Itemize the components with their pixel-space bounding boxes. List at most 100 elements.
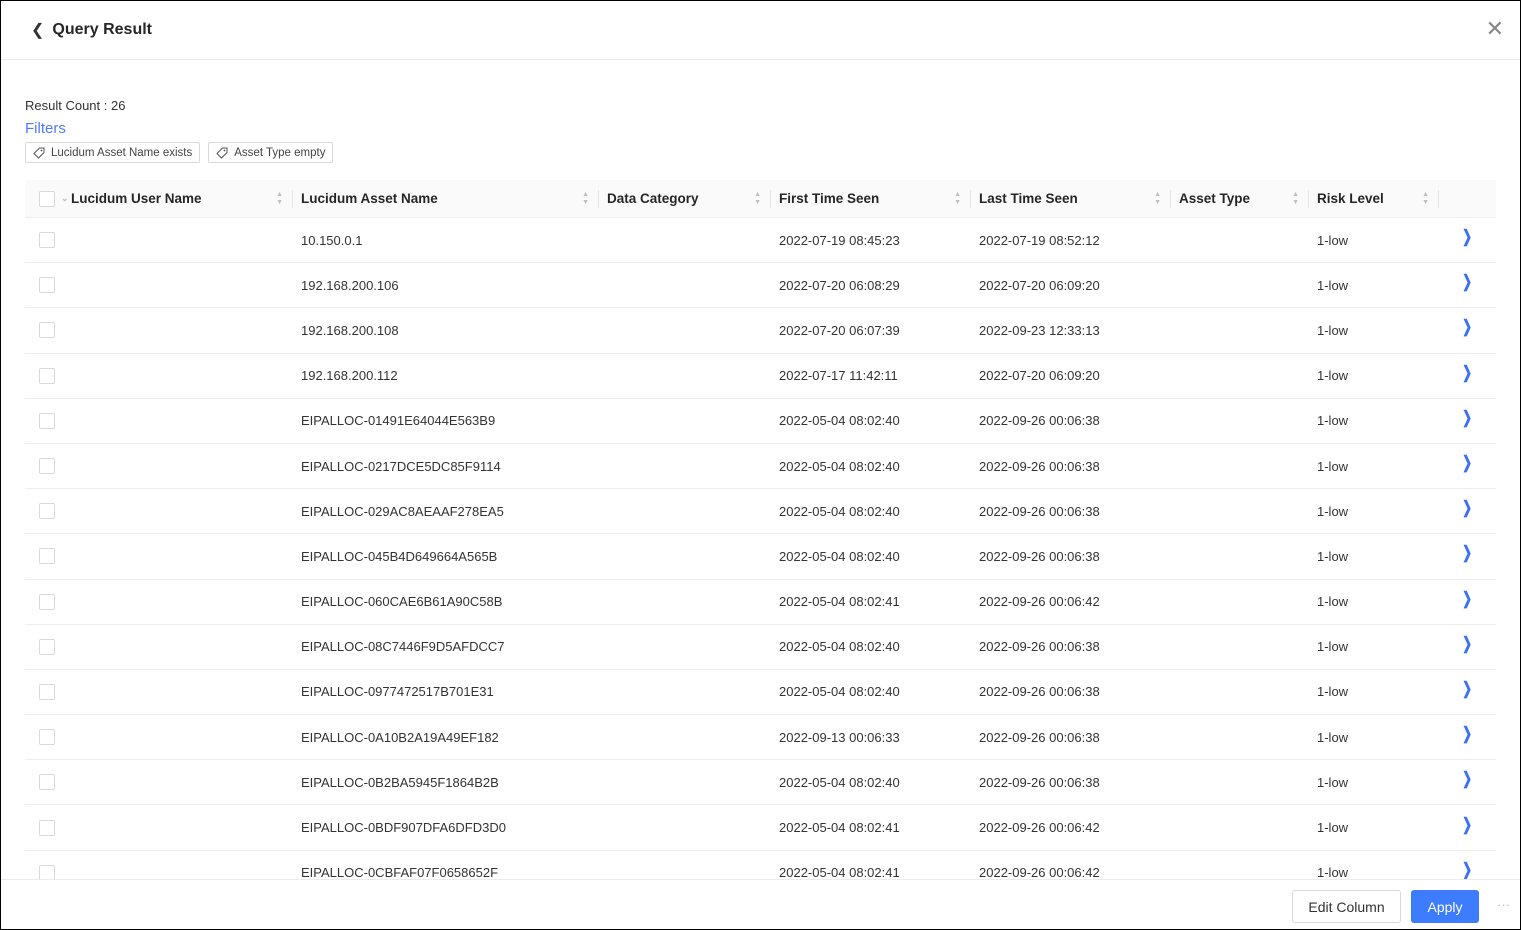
table-row[interactable]: 192.168.200.106 2022-07-20 06:08:29 2022-0…: [25, 263, 1496, 309]
row-select-cell: [25, 580, 71, 624]
row-detail-button[interactable]: ❯: [1439, 263, 1496, 307]
row-detail-button[interactable]: ❯: [1439, 670, 1496, 714]
row-detail-button[interactable]: ❯: [1439, 399, 1496, 443]
cell-asset: EIPALLOC-08C7446F9D5AFDCC7: [301, 639, 505, 655]
table-row[interactable]: EIPALLOC-045B4D649664A565B 2022-05-04 08:…: [25, 534, 1496, 580]
chevron-right-icon[interactable]: ❯: [1462, 317, 1472, 337]
cell-first: 2022-05-04 08:02:40: [779, 639, 900, 655]
row-detail-button[interactable]: ❯: [1439, 580, 1496, 624]
chevron-right-icon[interactable]: ❯: [1462, 815, 1472, 835]
cell-last: 2022-07-19 08:52:12: [979, 232, 1100, 248]
sort-icon[interactable]: ▲ ▼: [754, 191, 761, 206]
cell-category: [599, 580, 771, 624]
row-checkbox[interactable]: [39, 367, 55, 384]
sort-icon[interactable]: ▲ ▼: [1422, 191, 1429, 206]
column-header[interactable]: Last Time Seen ▲ ▼: [971, 180, 1171, 217]
sort-icon[interactable]: ▲ ▼: [276, 191, 283, 206]
row-detail-button[interactable]: ❯: [1439, 715, 1496, 759]
table-row[interactable]: EIPALLOC-0217DCE5DC85F9114 2022-05-04 08:…: [25, 444, 1496, 490]
column-header[interactable]: Data Category ▲ ▼: [599, 180, 771, 217]
row-checkbox[interactable]: [39, 683, 55, 700]
sort-icon[interactable]: ▲ ▼: [1292, 191, 1299, 206]
column-header[interactable]: Risk Level ▲ ▼: [1309, 180, 1439, 217]
row-detail-button[interactable]: ❯: [1439, 444, 1496, 488]
cell-user: [71, 354, 293, 398]
table-row[interactable]: EIPALLOC-060CAE6B61A90C58B 2022-05-04 08:…: [25, 580, 1496, 625]
chevron-right-icon[interactable]: ❯: [1462, 543, 1472, 563]
table-row[interactable]: 10.150.0.1 2022-07-19 08:45:23 2022-07-19 …: [25, 218, 1496, 264]
row-checkbox[interactable]: [39, 232, 55, 249]
edit-column-button[interactable]: Edit Column: [1292, 890, 1401, 923]
row-detail-button[interactable]: ❯: [1439, 218, 1496, 262]
apply-button[interactable]: Apply: [1411, 890, 1479, 923]
chevron-right-icon[interactable]: ❯: [1462, 363, 1472, 383]
row-checkbox[interactable]: [39, 548, 55, 565]
row-detail-button[interactable]: ❯: [1439, 625, 1496, 669]
sort-icon[interactable]: ▲ ▼: [954, 191, 961, 206]
row-checkbox[interactable]: [39, 819, 55, 836]
select-all-checkbox[interactable]: [39, 190, 55, 207]
chevron-left-icon[interactable]: ❮: [31, 20, 44, 40]
filter-chip[interactable]: Asset Type empty: [208, 142, 334, 163]
row-checkbox[interactable]: [39, 322, 55, 339]
chevron-right-icon[interactable]: ❯: [1462, 589, 1472, 609]
chevron-right-icon[interactable]: ❯: [1462, 272, 1472, 292]
cell-type: [1171, 851, 1309, 880]
chevron-right-icon[interactable]: ❯: [1462, 679, 1472, 699]
cell-risk: 1-low: [1317, 639, 1349, 655]
chevron-right-icon[interactable]: ❯: [1462, 453, 1472, 473]
row-select-cell: [25, 218, 71, 262]
filters-link[interactable]: Filters: [25, 120, 66, 137]
row-detail-button[interactable]: ❯: [1439, 760, 1496, 804]
row-detail-button[interactable]: ❯: [1439, 308, 1496, 352]
table-row[interactable]: EIPALLOC-0A10B2A19A49EF182 2022-09-13 00:…: [25, 715, 1496, 761]
row-detail-button[interactable]: ❯: [1439, 805, 1496, 849]
row-detail-button[interactable]: ❯: [1439, 489, 1496, 533]
row-checkbox[interactable]: [39, 593, 55, 610]
chevron-right-icon[interactable]: ❯: [1462, 498, 1472, 518]
table-row[interactable]: 192.168.200.112 2022-07-17 11:42:11 2022-0…: [25, 354, 1496, 399]
chevron-down-icon[interactable]: ⌄: [61, 193, 69, 204]
row-checkbox[interactable]: [39, 864, 55, 880]
column-header[interactable]: First Time Seen ▲ ▼: [771, 180, 971, 217]
row-detail-button[interactable]: ❯: [1439, 534, 1496, 578]
table-row[interactable]: EIPALLOC-0977472517B701E31 2022-05-04 08:…: [25, 670, 1496, 716]
table-row[interactable]: EIPALLOC-029AC8AEAAF278EA5 2022-05-04 08:…: [25, 489, 1496, 535]
row-checkbox[interactable]: [39, 774, 55, 791]
table-row[interactable]: EIPALLOC-0BDF907DFA6DFD3D0 2022-05-04 08:…: [25, 805, 1496, 851]
column-header[interactable]: Lucidum Asset Name ▲ ▼: [293, 180, 599, 217]
chevron-right-icon[interactable]: ❯: [1462, 408, 1472, 428]
close-icon[interactable]: ✕: [1486, 17, 1504, 41]
row-checkbox[interactable]: [39, 412, 55, 429]
sort-icon[interactable]: ▲ ▼: [582, 191, 589, 206]
chevron-right-icon[interactable]: ❯: [1462, 634, 1472, 654]
row-checkbox[interactable]: [39, 277, 55, 294]
row-checkbox[interactable]: [39, 729, 55, 746]
column-header[interactable]: Lucidum User Name ▲ ▼: [71, 180, 293, 217]
table-row[interactable]: EIPALLOC-08C7446F9D5AFDCC7 2022-05-04 08:…: [25, 625, 1496, 670]
footer: Edit Column Apply ···: [1, 879, 1520, 929]
cell-type: [1171, 489, 1309, 533]
cell-last: 2022-09-26 00:06:38: [979, 729, 1100, 745]
cell-last: 2022-09-26 00:06:38: [979, 413, 1100, 429]
row-detail-button[interactable]: ❯: [1439, 354, 1496, 398]
table-row[interactable]: EIPALLOC-0CBFAF07F0658652F 2022-05-04 08:…: [25, 851, 1496, 880]
row-checkbox[interactable]: [39, 503, 55, 520]
row-select-cell: [25, 489, 71, 533]
sort-icon[interactable]: ▲ ▼: [1154, 191, 1161, 206]
chevron-right-icon[interactable]: ❯: [1462, 724, 1472, 744]
table-row[interactable]: EIPALLOC-01491E64044E563B9 2022-05-04 08:…: [25, 399, 1496, 444]
table-row[interactable]: 192.168.200.108 2022-07-20 06:07:39 2022-0…: [25, 308, 1496, 354]
row-checkbox[interactable]: [39, 638, 55, 655]
more-icon[interactable]: ···: [1497, 897, 1510, 912]
filter-chips: Lucidum Asset Name exists Asset Type empt…: [25, 142, 334, 163]
row-checkbox[interactable]: [39, 458, 55, 475]
column-header[interactable]: Asset Type ▲ ▼: [1171, 180, 1309, 217]
row-detail-button[interactable]: ❯: [1439, 851, 1496, 880]
table-row[interactable]: EIPALLOC-0B2BA5945F1864B2B 2022-05-04 08:…: [25, 760, 1496, 806]
chevron-right-icon[interactable]: ❯: [1462, 227, 1472, 247]
chevron-right-icon[interactable]: ❯: [1462, 769, 1472, 789]
filter-chip[interactable]: Lucidum Asset Name exists: [25, 142, 201, 163]
cell-type: [1171, 580, 1309, 624]
chevron-right-icon[interactable]: ❯: [1462, 860, 1472, 880]
